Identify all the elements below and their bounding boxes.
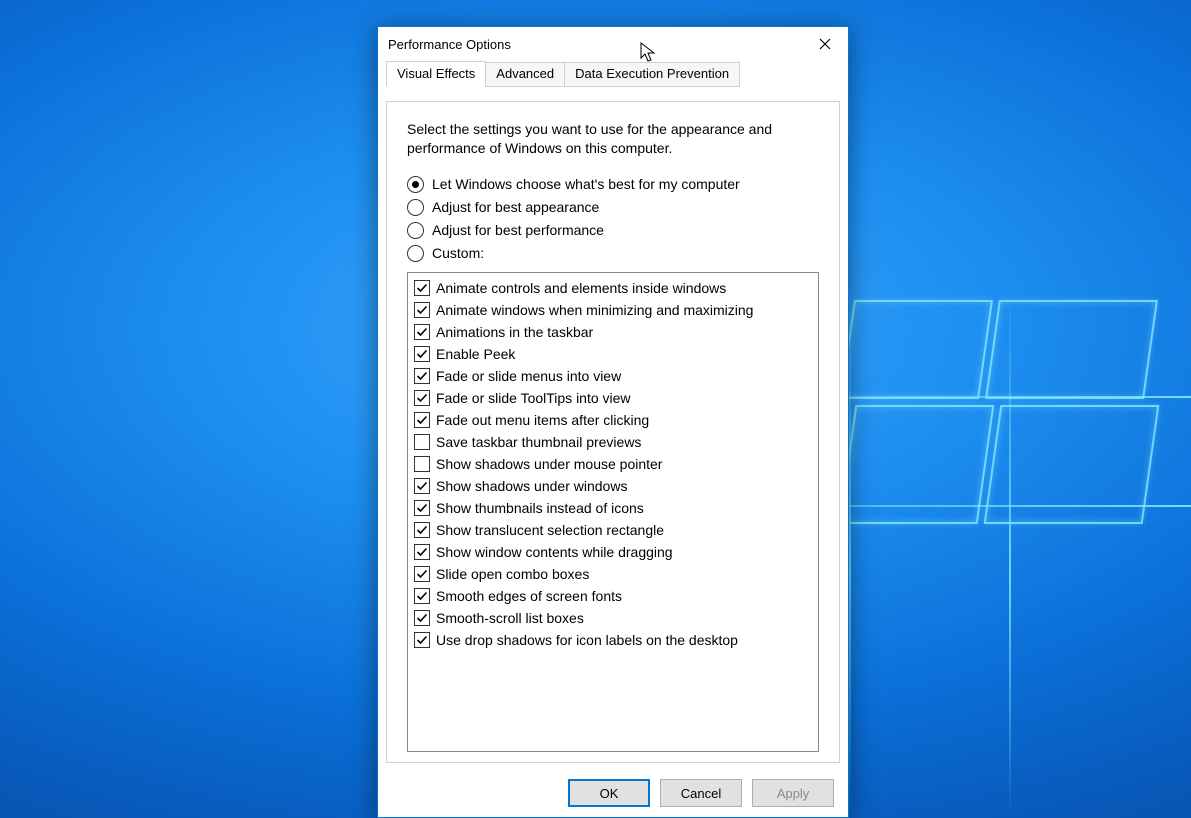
checkbox-icon bbox=[414, 566, 430, 582]
checkbox-icon bbox=[414, 346, 430, 362]
checkbox-row[interactable]: Show thumbnails instead of icons bbox=[414, 497, 812, 519]
checkbox-icon bbox=[414, 302, 430, 318]
checkbox-row[interactable]: Enable Peek bbox=[414, 343, 812, 365]
radio-icon bbox=[407, 245, 424, 262]
checkbox-row[interactable]: Fade or slide menus into view bbox=[414, 365, 812, 387]
checkbox-row[interactable]: Show window contents while dragging bbox=[414, 541, 812, 563]
checkbox-label: Fade or slide menus into view bbox=[436, 365, 621, 387]
checkbox-icon bbox=[414, 500, 430, 516]
tab-advanced[interactable]: Advanced bbox=[485, 62, 565, 87]
checkbox-row[interactable]: Show shadows under windows bbox=[414, 475, 812, 497]
checkbox-label: Smooth edges of screen fonts bbox=[436, 585, 622, 607]
checkbox-row[interactable]: Fade or slide ToolTips into view bbox=[414, 387, 812, 409]
apply-button[interactable]: Apply bbox=[752, 779, 834, 807]
checkbox-icon bbox=[414, 390, 430, 406]
checkbox-row[interactable]: Show translucent selection rectangle bbox=[414, 519, 812, 541]
window-title: Performance Options bbox=[388, 37, 511, 52]
checkbox-icon bbox=[414, 610, 430, 626]
radio-custom[interactable]: Custom: bbox=[407, 245, 819, 262]
checkbox-icon bbox=[414, 544, 430, 560]
radio-label: Let Windows choose what's best for my co… bbox=[432, 176, 740, 192]
checkbox-label: Show translucent selection rectangle bbox=[436, 519, 664, 541]
checkbox-row[interactable]: Animate controls and elements inside win… bbox=[414, 277, 812, 299]
checkbox-row[interactable]: Animations in the taskbar bbox=[414, 321, 812, 343]
checkbox-row[interactable]: Save taskbar thumbnail previews bbox=[414, 431, 812, 453]
checkbox-label: Show shadows under mouse pointer bbox=[436, 453, 662, 475]
tab-label: Visual Effects bbox=[397, 66, 475, 81]
checkbox-icon bbox=[414, 280, 430, 296]
radio-icon bbox=[407, 176, 424, 193]
cancel-button[interactable]: Cancel bbox=[660, 779, 742, 807]
tab-label: Advanced bbox=[496, 66, 554, 81]
radio-icon bbox=[407, 222, 424, 239]
checkbox-label: Show thumbnails instead of icons bbox=[436, 497, 644, 519]
checkbox-label: Fade or slide ToolTips into view bbox=[436, 387, 631, 409]
effects-listbox[interactable]: Animate controls and elements inside win… bbox=[407, 272, 819, 752]
checkbox-icon bbox=[414, 478, 430, 494]
checkbox-icon bbox=[414, 588, 430, 604]
checkbox-icon bbox=[414, 456, 430, 472]
radio-label: Adjust for best performance bbox=[432, 222, 604, 238]
radio-label: Adjust for best appearance bbox=[432, 199, 599, 215]
checkbox-label: Fade out menu items after clicking bbox=[436, 409, 649, 431]
radio-icon bbox=[407, 199, 424, 216]
radio-best-performance[interactable]: Adjust for best performance bbox=[407, 222, 819, 239]
checkbox-label: Save taskbar thumbnail previews bbox=[436, 431, 641, 453]
checkbox-icon bbox=[414, 412, 430, 428]
tab-data-execution-prevention[interactable]: Data Execution Prevention bbox=[564, 62, 740, 87]
visual-effects-panel: Select the settings you want to use for … bbox=[386, 101, 840, 763]
checkbox-row[interactable]: Smooth-scroll list boxes bbox=[414, 607, 812, 629]
checkbox-label: Show window contents while dragging bbox=[436, 541, 673, 563]
checkbox-label: Enable Peek bbox=[436, 343, 515, 365]
close-button[interactable] bbox=[802, 28, 848, 60]
checkbox-icon bbox=[414, 368, 430, 384]
checkbox-label: Animate windows when minimizing and maxi… bbox=[436, 299, 753, 321]
panel-description: Select the settings you want to use for … bbox=[407, 120, 819, 158]
performance-options-dialog: Performance Options Visual Effects Advanc… bbox=[377, 26, 849, 818]
checkbox-label: Smooth-scroll list boxes bbox=[436, 607, 584, 629]
checkbox-row[interactable]: Animate windows when minimizing and maxi… bbox=[414, 299, 812, 321]
bg-ray bbox=[849, 0, 851, 818]
checkbox-icon bbox=[414, 632, 430, 648]
checkbox-row[interactable]: Smooth edges of screen fonts bbox=[414, 585, 812, 607]
tab-strip: Visual Effects Advanced Data Execution Pre… bbox=[386, 61, 840, 86]
checkbox-label: Use drop shadows for icon labels on the … bbox=[436, 629, 738, 651]
checkbox-label: Slide open combo boxes bbox=[436, 563, 589, 585]
radio-best-appearance[interactable]: Adjust for best appearance bbox=[407, 199, 819, 216]
tab-visual-effects[interactable]: Visual Effects bbox=[386, 61, 486, 86]
close-icon bbox=[819, 38, 831, 50]
checkbox-icon bbox=[414, 522, 430, 538]
checkbox-icon bbox=[414, 434, 430, 450]
checkbox-icon bbox=[414, 324, 430, 340]
ok-button[interactable]: OK bbox=[568, 779, 650, 807]
desktop-background: Performance Options Visual Effects Advanc… bbox=[0, 0, 1191, 818]
tab-label: Data Execution Prevention bbox=[575, 66, 729, 81]
radio-label: Custom: bbox=[432, 245, 484, 261]
checkbox-label: Animate controls and elements inside win… bbox=[436, 277, 726, 299]
checkbox-label: Animations in the taskbar bbox=[436, 321, 593, 343]
checkbox-row[interactable]: Use drop shadows for icon labels on the … bbox=[414, 629, 812, 651]
checkbox-row[interactable]: Fade out menu items after clicking bbox=[414, 409, 812, 431]
dialog-footer: OK Cancel Apply bbox=[568, 779, 834, 807]
checkbox-row[interactable]: Slide open combo boxes bbox=[414, 563, 812, 585]
titlebar[interactable]: Performance Options bbox=[378, 27, 848, 61]
checkbox-row[interactable]: Show shadows under mouse pointer bbox=[414, 453, 812, 475]
radio-let-windows[interactable]: Let Windows choose what's best for my co… bbox=[407, 176, 819, 193]
radio-group: Let Windows choose what's best for my co… bbox=[407, 176, 819, 262]
checkbox-label: Show shadows under windows bbox=[436, 475, 627, 497]
